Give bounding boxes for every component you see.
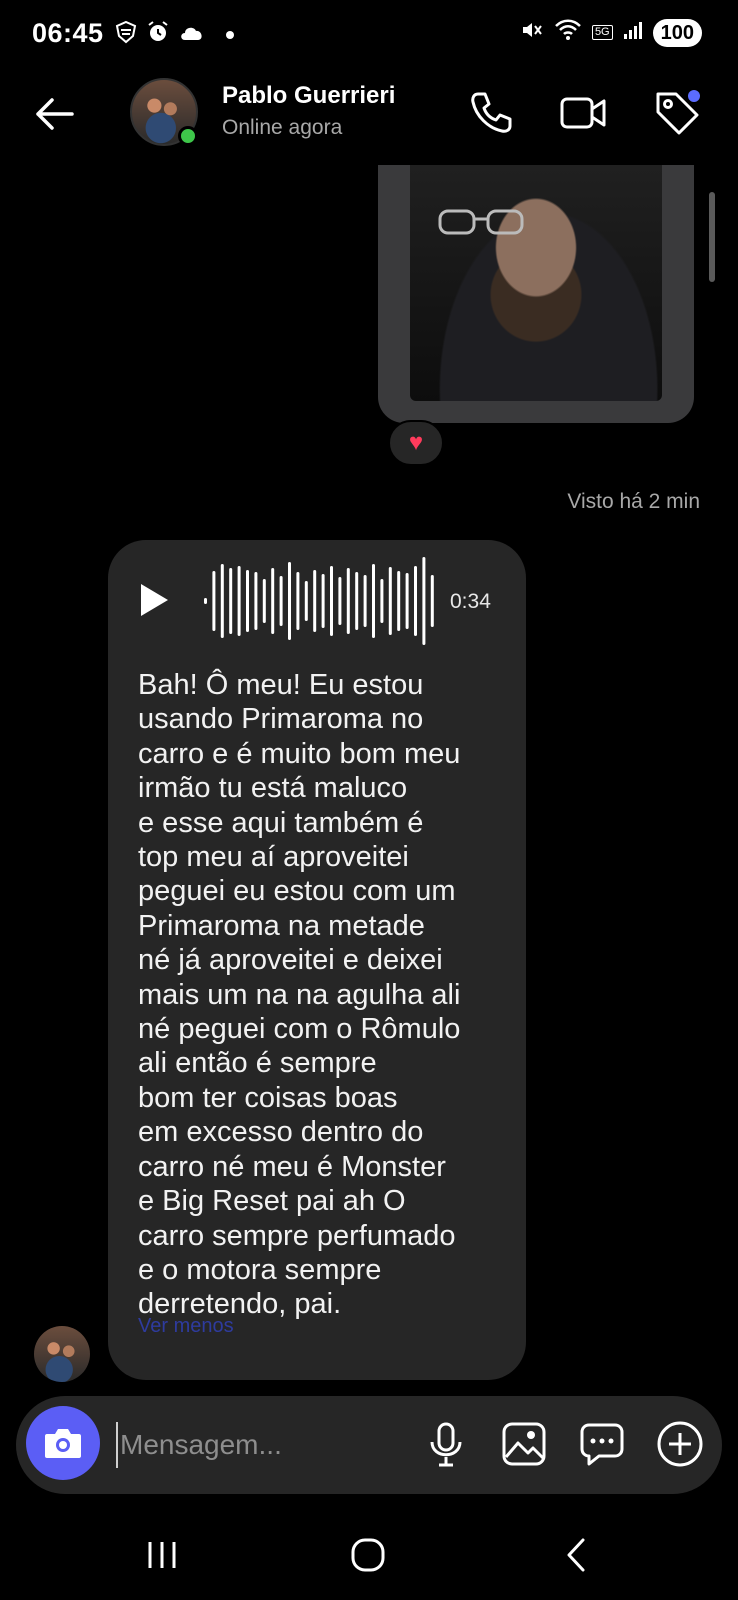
shield-app-icon xyxy=(114,20,138,49)
waveform-bar xyxy=(246,570,249,632)
waveform-bar xyxy=(330,566,333,636)
audio-waveform[interactable] xyxy=(200,556,440,646)
waveform-bar xyxy=(304,581,308,621)
waveform-bar xyxy=(279,576,283,626)
waveform-bar xyxy=(271,568,275,634)
waveform-bar xyxy=(388,567,392,635)
contact-avatar[interactable] xyxy=(130,78,200,148)
network-type-badge: 5G xyxy=(591,25,613,40)
waveform-bar xyxy=(212,571,216,631)
camera-button[interactable] xyxy=(26,1406,100,1480)
back-button[interactable] xyxy=(30,90,78,138)
video-camera-icon xyxy=(560,97,606,129)
waveform-bar xyxy=(313,570,317,632)
status-bar: 06:45 5G 100 xyxy=(0,0,738,70)
plus-circle-icon xyxy=(657,1421,703,1467)
waveform-bar xyxy=(405,573,409,629)
contact-status: Online agora xyxy=(222,116,343,139)
waveform-bar xyxy=(422,557,426,645)
waveform-bar xyxy=(220,564,224,638)
recent-apps-icon xyxy=(148,1542,176,1568)
scrollbar[interactable] xyxy=(709,192,715,282)
seen-receipt: Visto há 2 min xyxy=(567,490,700,513)
signal-icon xyxy=(623,20,643,45)
voice-record-button[interactable] xyxy=(420,1418,472,1470)
heart-icon: ♥ xyxy=(408,429,424,456)
play-icon xyxy=(141,584,168,616)
notification-dot xyxy=(688,90,700,102)
waveform-bar xyxy=(229,568,233,634)
chat-header: Pablo Guerrieri Online agora xyxy=(0,70,738,170)
battery-indicator: 100 xyxy=(652,18,702,47)
waveform-bar xyxy=(262,579,266,623)
more-options-button[interactable] xyxy=(654,1418,706,1470)
waveform-bar xyxy=(321,574,325,628)
online-status-dot xyxy=(178,126,198,146)
wifi-icon xyxy=(554,18,582,47)
voice-transcript: Bah! Ô meu! Eu estou usando Primaroma no… xyxy=(138,669,461,1321)
chat-bubble-dots-icon xyxy=(580,1423,624,1466)
waveform-bar xyxy=(338,577,342,625)
message-input[interactable] xyxy=(116,1422,376,1468)
status-system-icons: 5G 100 xyxy=(520,18,702,47)
chevron-left-icon xyxy=(567,1538,585,1572)
system-nav-bar xyxy=(0,1510,738,1600)
alarm-icon xyxy=(146,20,170,49)
voice-message[interactable]: 0:34 Bah! Ô meu! Eu estou usando Primaro… xyxy=(108,540,526,1380)
waveform-bar xyxy=(296,572,300,630)
tag-button[interactable] xyxy=(652,88,702,138)
sent-media-message[interactable] xyxy=(378,165,694,423)
mute-icon xyxy=(520,18,544,47)
back-arrow-icon xyxy=(36,98,74,130)
waveform-bar xyxy=(254,572,258,630)
audio-duration: 0:34 xyxy=(450,590,491,613)
video-call-button[interactable] xyxy=(558,88,608,138)
contact-name[interactable]: Pablo Guerrieri xyxy=(222,82,395,110)
waveform-bar xyxy=(237,566,241,636)
waveform-bar xyxy=(380,579,384,623)
waveform-bar xyxy=(288,562,291,640)
phone-icon xyxy=(471,92,512,133)
home-icon xyxy=(351,1538,385,1572)
sender-avatar[interactable] xyxy=(34,1326,90,1382)
image-gallery-icon xyxy=(502,1422,546,1466)
waveform-bar xyxy=(414,566,417,636)
waveform-bar xyxy=(355,572,359,630)
play-button[interactable] xyxy=(138,582,170,618)
cloud-icon xyxy=(178,22,206,47)
video-thumbnail-image[interactable] xyxy=(410,165,662,401)
waveform-bar xyxy=(397,571,401,631)
voice-call-button[interactable] xyxy=(466,88,516,138)
message-composer xyxy=(16,1396,722,1494)
gallery-button[interactable] xyxy=(498,1418,550,1470)
waveform-bar xyxy=(430,575,434,627)
home-button[interactable] xyxy=(338,1530,398,1580)
waveform-bar xyxy=(346,568,350,634)
waveform-bar xyxy=(204,598,207,604)
microphone-icon xyxy=(430,1422,462,1467)
recent-apps-button[interactable] xyxy=(132,1530,192,1580)
waveform-bar xyxy=(372,564,375,638)
sticker-button[interactable] xyxy=(576,1418,628,1470)
more-notifications-dot-icon xyxy=(226,30,234,39)
glasses-graphic xyxy=(438,209,524,235)
see-less-link[interactable]: Ver menos xyxy=(138,1315,234,1338)
status-notification-icons xyxy=(114,20,234,49)
nav-back-button[interactable] xyxy=(546,1530,606,1580)
waveform-bar xyxy=(363,575,367,627)
status-time: 06:45 xyxy=(32,18,104,48)
heart-reaction[interactable]: ♥ xyxy=(388,420,444,466)
camera-icon xyxy=(45,1429,81,1458)
